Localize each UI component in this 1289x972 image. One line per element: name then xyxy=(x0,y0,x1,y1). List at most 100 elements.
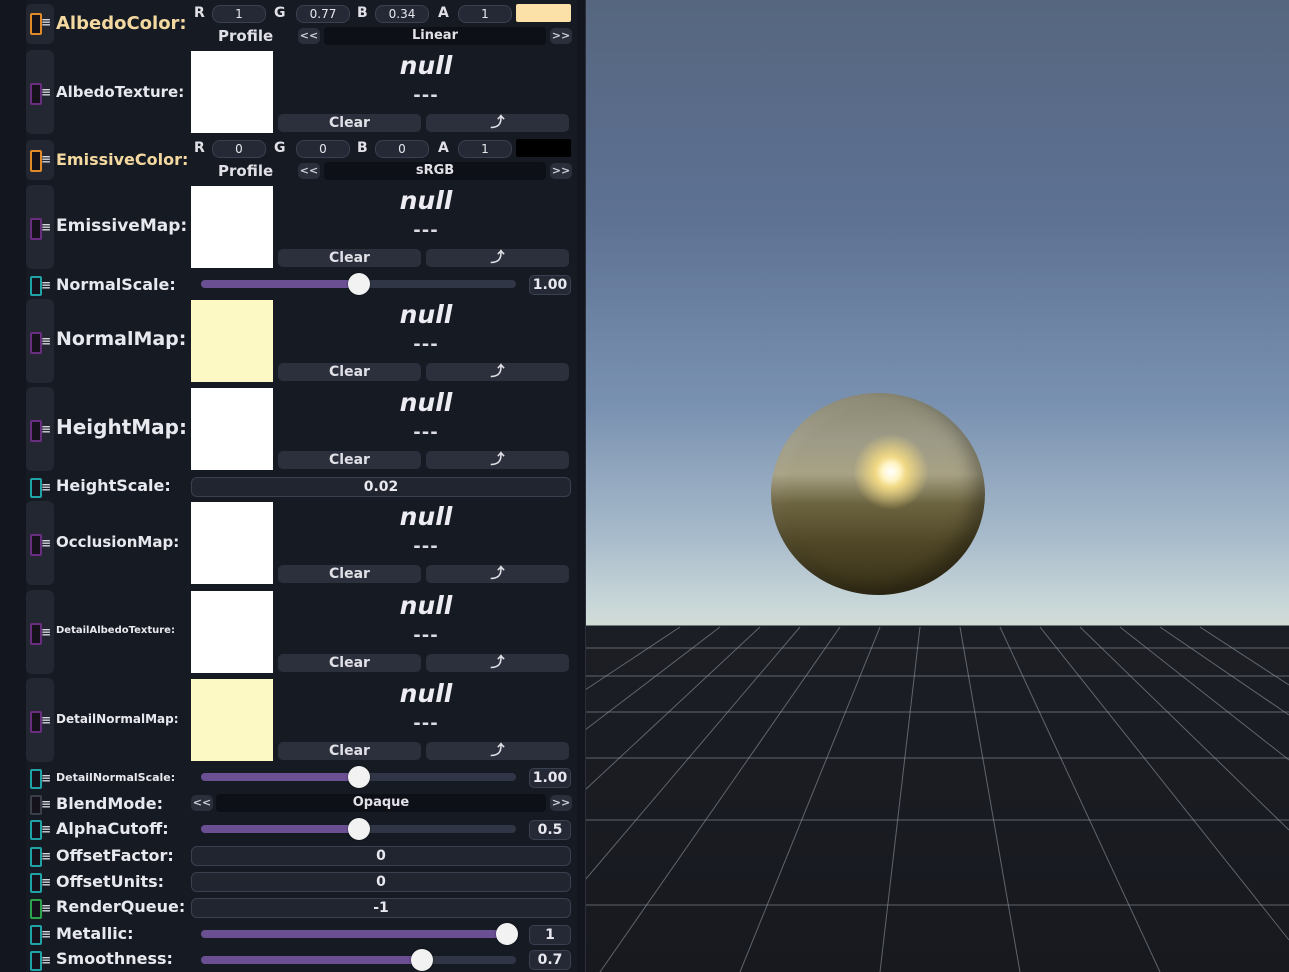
menu-icon[interactable]: ≡ xyxy=(41,714,52,726)
texture-thumbnail[interactable] xyxy=(191,300,273,382)
channel-g-input[interactable]: 0 xyxy=(296,140,350,158)
texture-thumbnail[interactable] xyxy=(191,51,273,133)
profile-next-button[interactable]: >> xyxy=(550,28,572,44)
value-field[interactable]: 1 xyxy=(529,925,571,945)
profile-value: Linear xyxy=(324,27,546,45)
menu-icon[interactable]: ≡ xyxy=(41,954,52,966)
clear-button[interactable]: Clear xyxy=(278,363,421,381)
menu-icon[interactable]: ≡ xyxy=(41,537,52,549)
texture-thumbnail[interactable] xyxy=(191,679,273,761)
slider-fill xyxy=(201,280,359,288)
property-label: NormalMap: xyxy=(56,328,187,350)
menu-icon[interactable]: ≡ xyxy=(41,876,52,888)
height-scale-input[interactable]: 0.02 xyxy=(191,477,571,497)
menu-icon[interactable]: ≡ xyxy=(41,279,52,291)
clear-button[interactable]: Clear xyxy=(278,565,421,583)
jump-button[interactable]: ⤴ xyxy=(426,363,569,381)
channel-a-input[interactable]: 1 xyxy=(458,5,512,23)
property-label: OffsetUnits: xyxy=(56,872,165,891)
texture-thumbnail[interactable] xyxy=(191,502,273,584)
jump-button[interactable]: ⤴ xyxy=(426,249,569,267)
render-queue-row: ≡ RenderQueue: -1 xyxy=(26,895,577,921)
clear-button[interactable]: Clear xyxy=(278,249,421,267)
menu-icon[interactable]: ≡ xyxy=(41,86,52,98)
blend-next-button[interactable]: >> xyxy=(550,795,572,811)
channel-b-label: B xyxy=(357,140,368,156)
profile-prev-button[interactable]: << xyxy=(298,163,320,179)
menu-icon[interactable]: ≡ xyxy=(41,798,52,810)
offset-factor-input[interactable]: 0 xyxy=(191,846,571,866)
slider-knob[interactable] xyxy=(410,949,433,971)
channel-a-input[interactable]: 1 xyxy=(458,140,512,158)
texture-thumbnail[interactable] xyxy=(191,186,273,268)
profile-label: Profile xyxy=(218,27,274,45)
clear-button[interactable]: Clear xyxy=(278,742,421,760)
texture-value: null xyxy=(399,388,453,417)
color-swatch[interactable] xyxy=(516,4,571,22)
render-queue-input[interactable]: -1 xyxy=(191,898,571,918)
channel-r-input[interactable]: 1 xyxy=(212,5,266,23)
texture-dashes: --- xyxy=(413,422,439,443)
texture-value: null xyxy=(399,679,453,708)
menu-icon[interactable]: ≡ xyxy=(41,850,52,862)
property-label: AlphaCutoff: xyxy=(56,819,169,838)
profile-next-button[interactable]: >> xyxy=(550,163,572,179)
property-label: AlbedoColor: xyxy=(56,13,187,34)
texture-dashes: --- xyxy=(413,220,439,241)
blend-prev-button[interactable]: << xyxy=(191,795,213,811)
slider-knob[interactable] xyxy=(347,766,370,788)
value-field[interactable]: 0.7 xyxy=(529,950,571,970)
menu-icon[interactable]: ≡ xyxy=(41,823,52,835)
menu-icon[interactable]: ≡ xyxy=(41,221,52,233)
menu-icon[interactable]: ≡ xyxy=(41,16,52,28)
jump-button[interactable]: ⤴ xyxy=(426,114,569,132)
channel-g-label: G xyxy=(274,140,286,156)
offset-units-input[interactable]: 0 xyxy=(191,872,571,892)
texture-thumbnail[interactable] xyxy=(191,591,273,673)
alpha-cutoff-slider[interactable] xyxy=(201,817,516,843)
menu-icon[interactable]: ≡ xyxy=(41,481,52,493)
menu-icon[interactable]: ≡ xyxy=(41,153,52,165)
jump-button[interactable]: ⤴ xyxy=(426,742,569,760)
menu-icon[interactable]: ≡ xyxy=(41,928,52,940)
channel-b-input[interactable]: 0 xyxy=(375,140,429,158)
texture-value: null xyxy=(399,51,453,80)
profile-value: sRGB xyxy=(324,162,546,180)
channel-r-input[interactable]: 0 xyxy=(212,140,266,158)
metallic-slider[interactable] xyxy=(201,922,518,948)
channel-g-label: G xyxy=(274,5,286,21)
clear-button[interactable]: Clear xyxy=(278,451,421,469)
metallic-row: ≡ Metallic: 1 xyxy=(26,921,577,947)
slider-knob[interactable] xyxy=(347,273,370,295)
value-field[interactable]: 1.00 xyxy=(529,768,571,788)
menu-icon[interactable]: ≡ xyxy=(41,902,52,914)
slider-knob[interactable] xyxy=(347,818,370,840)
slider-knob[interactable] xyxy=(496,923,518,945)
profile-label: Profile xyxy=(218,162,274,180)
smoothness-slider[interactable] xyxy=(201,948,516,972)
clear-button[interactable]: Clear xyxy=(278,654,421,672)
jump-button[interactable]: ⤴ xyxy=(426,565,569,583)
jump-button[interactable]: ⤴ xyxy=(426,451,569,469)
menu-icon[interactable]: ≡ xyxy=(41,335,52,347)
channel-b-input[interactable]: 0.34 xyxy=(375,5,429,23)
clear-button[interactable]: Clear xyxy=(278,114,421,132)
value-field[interactable]: 0.5 xyxy=(529,820,571,840)
menu-icon[interactable]: ≡ xyxy=(41,626,52,638)
smoothness-row: ≡ Smoothness: 0.7 xyxy=(26,947,577,972)
normal-scale-slider[interactable] xyxy=(201,272,516,298)
jump-button[interactable]: ⤴ xyxy=(426,654,569,672)
menu-icon[interactable]: ≡ xyxy=(41,772,52,784)
detail-normal-scale-slider[interactable] xyxy=(201,765,516,791)
property-label: EmissiveColor: xyxy=(56,150,189,169)
color-swatch[interactable] xyxy=(516,139,571,157)
detail-normal-scale-row: ≡ DetailNormalScale: 1.00 xyxy=(26,765,577,791)
texture-value: null xyxy=(399,186,453,215)
profile-prev-button[interactable]: << xyxy=(298,28,320,44)
value-field[interactable]: 1.00 xyxy=(529,275,571,295)
channel-g-input[interactable]: 0.77 xyxy=(296,5,350,23)
height-scale-row: ≡ HeightScale: 0.02 xyxy=(26,474,577,500)
menu-icon[interactable]: ≡ xyxy=(41,423,52,435)
texture-thumbnail[interactable] xyxy=(191,388,273,470)
slider-fill xyxy=(201,956,422,964)
